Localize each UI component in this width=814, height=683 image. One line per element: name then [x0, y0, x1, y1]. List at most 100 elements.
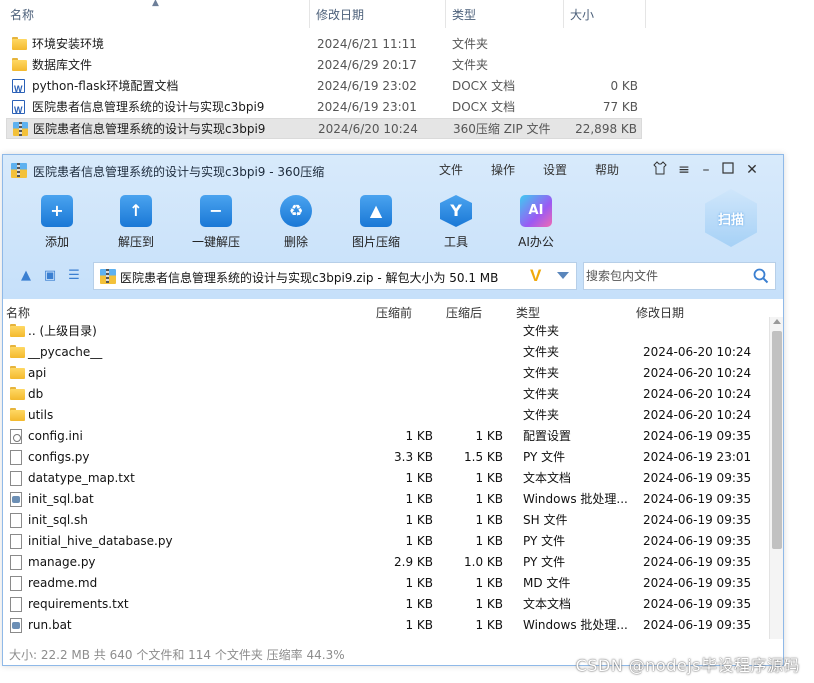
menu-help[interactable]: 帮助	[595, 161, 619, 178]
explorer-row[interactable]: 环境安装环境 2024/6/21 11:11 文件夹	[6, 34, 642, 55]
col-name-header[interactable]: 名称	[6, 304, 30, 321]
table-row[interactable]: __pycache__ 文件夹 2024-06-20 10:24	[3, 342, 769, 363]
menu-file[interactable]: 文件	[439, 161, 463, 178]
table-row[interactable]: utils 文件夹 2024-06-20 10:24	[3, 405, 769, 426]
verified-v-icon[interactable]: V	[530, 266, 541, 286]
file-type: DOCX 文档	[452, 100, 516, 114]
compressed-size: 2.9 KB	[394, 555, 433, 569]
table-row[interactable]: init_sql.bat 1 KB 1 KB Windows 批处理... 2024-0…	[3, 489, 769, 510]
row-icon	[10, 429, 22, 444]
file-date: 2024/6/19 23:01	[317, 100, 417, 114]
vertical-scrollbar[interactable]	[769, 317, 783, 639]
table-row[interactable]: datatype_map.txt 1 KB 1 KB 文本文档 2024-06-19 0…	[3, 468, 769, 489]
window-title: 医院患者信息管理系统的设计与实现c3bpi9 - 360压缩	[33, 165, 325, 179]
up-level-icon[interactable]: ▲	[17, 267, 35, 285]
add-icon: +	[41, 195, 73, 227]
row-icon	[10, 408, 25, 421]
scroll-thumb[interactable]	[772, 331, 782, 549]
thumbnail-view-icon[interactable]: ▣	[41, 267, 59, 285]
compressed-size: 1 KB	[405, 492, 433, 506]
scroll-up-icon[interactable]	[773, 319, 781, 324]
search-box[interactable]	[583, 262, 776, 290]
row-icon	[12, 100, 27, 121]
extract-to-button[interactable]: ↑ 解压到	[101, 195, 171, 255]
tools-button[interactable]: Y 工具	[421, 195, 491, 255]
table-row[interactable]: configs.py 3.3 KB 1.5 KB PY 文件 2024-06-19 23…	[3, 447, 769, 468]
zip-icon	[13, 122, 28, 136]
archive-path-icon	[100, 269, 116, 284]
col-compressed-header[interactable]: 压缩前	[376, 304, 412, 321]
search-icon[interactable]	[753, 268, 769, 284]
row-icon	[10, 366, 25, 379]
word-doc-icon	[12, 79, 25, 100]
file-name: 环境安装环境	[32, 37, 105, 51]
table-row[interactable]: manage.py 2.9 KB 1.0 KB PY 文件 2024-06-19 09:…	[3, 552, 769, 573]
col-uncompressed-header[interactable]: 压缩后	[446, 304, 482, 321]
explorer-row[interactable]: python-flask环境配置文档 2024/6/19 23:02 DOCX 文档…	[6, 76, 642, 100]
uncompressed-size: 1 KB	[475, 576, 503, 590]
one-click-extract-button[interactable]: − 一键解压	[181, 195, 251, 255]
options-icon[interactable]: ≡	[675, 161, 693, 179]
file-explorer: 名称 ▲ 修改日期 类型 大小 环境安装环境 2024/6/21 11:11 文件夹…	[0, 0, 814, 150]
table-row[interactable]: db 文件夹 2024-06-20 10:24	[3, 384, 769, 405]
table-row[interactable]: readme.md 1 KB 1 KB MD 文件 2024-06-19 09:35	[3, 573, 769, 594]
folder-icon	[10, 408, 25, 421]
list-view-icon[interactable]: ☰	[65, 267, 83, 285]
delete-button[interactable]: ♻ 删除	[261, 195, 331, 255]
tools-icon: Y	[440, 195, 472, 227]
add-label: 添加	[44, 235, 69, 249]
path-dropdown-icon[interactable]	[557, 272, 569, 279]
compressed-size: 1 KB	[405, 513, 433, 527]
col-type-header[interactable]: 类型	[446, 0, 564, 28]
path-bar[interactable]: 医院患者信息管理系统的设计与实现c3bpi9.zip - 解包大小为 50.1 …	[93, 262, 577, 290]
explorer-row[interactable]: 数据库文件 2024/6/29 20:17 文件夹	[6, 55, 642, 76]
add-button[interactable]: + 添加	[22, 195, 92, 255]
col-date-header[interactable]: 修改日期	[310, 0, 446, 28]
file-type: Windows 批处理...	[523, 492, 628, 506]
explorer-row[interactable]: 医院患者信息管理系统的设计与实现c3bpi9 2024/6/20 10:24 360…	[6, 118, 642, 139]
archive-column-header: 名称 压缩前 压缩后 类型 修改日期	[3, 300, 783, 320]
menu-settings[interactable]: 设置	[543, 161, 567, 178]
search-input[interactable]	[586, 265, 746, 287]
ai-office-button[interactable]: AI AI办公	[501, 195, 571, 255]
col-size-header[interactable]: 大小	[564, 0, 646, 28]
uncompressed-size: 1 KB	[475, 618, 503, 632]
table-row[interactable]: initial_hive_database.py 1 KB 1 KB PY 文件 202…	[3, 531, 769, 552]
extract-to-icon: ↑	[120, 195, 152, 227]
file-icon	[10, 597, 22, 612]
explorer-row[interactable]: 医院患者信息管理系统的设计与实现c3bpi9 2024/6/19 23:01 DOC…	[6, 97, 642, 121]
col-type-header[interactable]: 类型	[516, 304, 540, 321]
path-text: 医院患者信息管理系统的设计与实现c3bpi9.zip - 解包大小为 50.1 …	[120, 271, 499, 285]
image-compress-button[interactable]: ▲ 图片压缩	[341, 195, 411, 255]
uncompressed-size: 1 KB	[475, 429, 503, 443]
file-type: 文件夹	[523, 345, 560, 359]
file-type: 文件夹	[523, 408, 560, 422]
table-row[interactable]: init_sql.sh 1 KB 1 KB SH 文件 2024-06-19 09:35	[3, 510, 769, 531]
menu-operate[interactable]: 操作	[491, 161, 515, 178]
table-row[interactable]: run.bat 1 KB 1 KB Windows 批处理... 2024-06-19 …	[3, 615, 769, 636]
minimize-icon[interactable]: –	[697, 161, 715, 179]
file-date: 2024-06-20 10:24	[643, 387, 752, 401]
folder-icon	[10, 366, 25, 379]
bat-file-icon	[10, 492, 22, 507]
maximize-icon[interactable]	[719, 161, 737, 179]
file-size: 77 KB	[602, 100, 638, 114]
delete-icon: ♻	[280, 195, 312, 227]
table-row[interactable]: requirements.txt 1 KB 1 KB 文本文档 2024-06-19 0…	[3, 594, 769, 615]
compressed-size: 1 KB	[405, 576, 433, 590]
table-row[interactable]: .. (上级目录) 文件夹	[3, 321, 769, 342]
file-type: PY 文件	[523, 534, 566, 548]
file-type: SH 文件	[523, 513, 568, 527]
col-date-header[interactable]: 修改日期	[636, 304, 684, 321]
row-icon	[10, 576, 22, 591]
file-icon	[10, 513, 22, 528]
scan-button[interactable]: 扫描	[705, 189, 757, 247]
file-icon	[10, 471, 22, 486]
table-row[interactable]: config.ini 1 KB 1 KB 配置设置 2024-06-19 09:35	[3, 426, 769, 447]
compressed-size: 3.3 KB	[394, 450, 433, 464]
skin-icon[interactable]	[651, 161, 669, 179]
close-icon[interactable]: ✕	[743, 161, 761, 179]
file-date: 2024-06-20 10:24	[643, 366, 752, 380]
table-row[interactable]: api 文件夹 2024-06-20 10:24	[3, 363, 769, 384]
file-name: datatype_map.txt	[28, 471, 135, 485]
